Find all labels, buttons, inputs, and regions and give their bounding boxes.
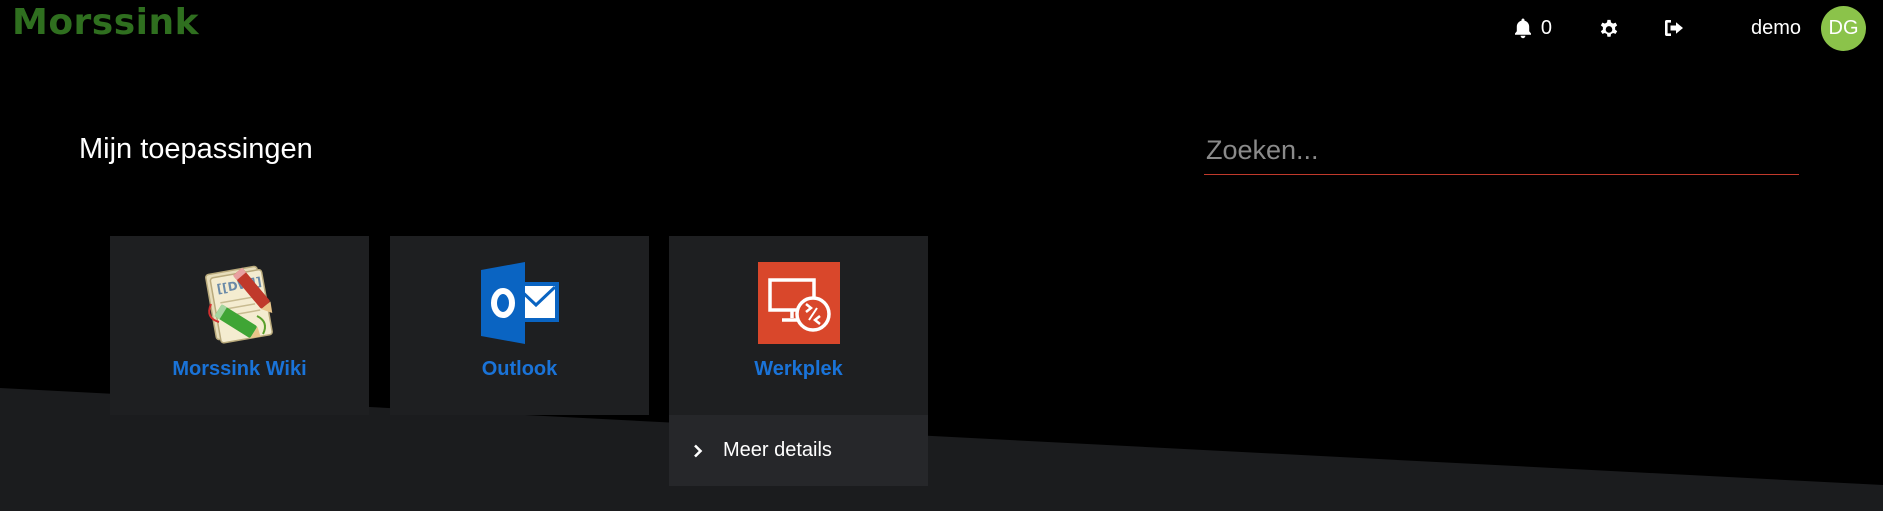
search-container xyxy=(1204,135,1799,175)
search-input[interactable] xyxy=(1204,135,1799,175)
logout-button[interactable] xyxy=(1663,18,1685,38)
gear-icon xyxy=(1598,17,1620,39)
app-tile-morssink-wiki[interactable]: [[DW]] Morssink Wiki xyxy=(110,236,369,415)
app-label: Outlook xyxy=(481,358,558,380)
page-title: Mijn toepassingen xyxy=(79,133,313,165)
dokuwiki-icon: [[DW]] xyxy=(197,260,283,346)
notifications-button[interactable]: 0 xyxy=(1513,17,1552,40)
bell-icon xyxy=(1513,17,1533,39)
app-label: Werkplek xyxy=(754,358,843,380)
details-label: Meer details xyxy=(723,439,832,461)
settings-button[interactable] xyxy=(1598,17,1620,39)
details-button[interactable]: Meer details xyxy=(669,415,928,486)
top-navigation: 0 demo DG xyxy=(1513,5,1866,51)
remote-desktop-icon xyxy=(756,260,842,346)
avatar-initials: DG xyxy=(1828,16,1859,39)
notification-count: 0 xyxy=(1540,16,1552,39)
outlook-icon xyxy=(477,260,563,346)
logo[interactable]: Morssink xyxy=(12,2,199,43)
app-label: Morssink Wiki xyxy=(172,358,307,380)
app-tile-werkplek[interactable]: Werkplek Meer details xyxy=(669,236,928,486)
avatar[interactable]: DG xyxy=(1821,5,1866,51)
username[interactable]: demo xyxy=(1751,17,1801,40)
app-tile-outlook[interactable]: Outlook xyxy=(390,236,649,415)
sign-out-icon xyxy=(1663,18,1685,38)
chevron-right-icon xyxy=(693,444,703,458)
